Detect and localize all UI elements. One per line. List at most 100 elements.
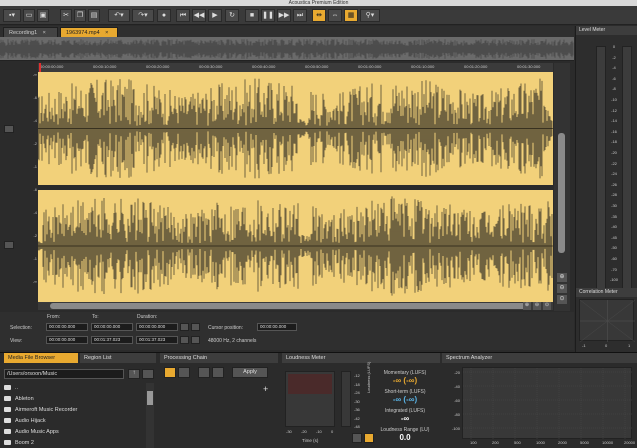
loudness-range-value: 0.0 [399, 433, 411, 442]
close-icon[interactable]: × [105, 30, 108, 36]
selection-apply-icon[interactable] [191, 323, 200, 331]
go-end-icon[interactable]: ⏭ [293, 9, 307, 22]
zoom-out-icon[interactable]: ⊖ [557, 284, 567, 293]
apply-button[interactable]: Apply [232, 367, 268, 378]
loudness-tick: -42 [354, 415, 360, 421]
list-item[interactable]: .. [4, 385, 144, 391]
parent-folder-icon[interactable]: ↑ [128, 369, 140, 379]
time-ruler[interactable]: 00:00:00.000 00:00:10.000 00:00:20.000 00:0… [38, 63, 553, 72]
list-item[interactable]: Audio Hijack [4, 418, 144, 424]
overview-waveform[interactable] [0, 37, 574, 61]
zoom-in-icon[interactable]: ⊕ [557, 273, 567, 282]
level-tick: -8 [612, 86, 616, 92]
cursor-position-field[interactable]: 00:00:00.000 [257, 323, 297, 331]
chain-copy-icon[interactable] [178, 367, 190, 378]
db-scale: -∞ -6 -4 -2 -1 -6 -4 -2 -1 -∞ [26, 72, 38, 302]
list-item[interactable]: Ableton [4, 396, 144, 402]
loudness-bar [341, 371, 351, 427]
tab-recording1[interactable]: Recording1 × [3, 27, 58, 37]
loudness-time-tick: -10 [316, 429, 322, 434]
vertical-scrollbar[interactable]: ⊕ ⊖ ⊙ [554, 63, 570, 311]
loudness-settings-icon[interactable] [352, 433, 362, 443]
ruler-tick: 00:01:30.000 [517, 64, 541, 69]
horizontal-scrollbar[interactable]: ⊕ ⊖ ⊙ [38, 302, 553, 310]
fast-forward-icon[interactable]: ▶▶ [277, 9, 291, 22]
view-duration-field[interactable]: 00:01:37.023 [136, 336, 178, 344]
correlation-meter-title: Correlation Meter [576, 288, 637, 297]
playhead-marker[interactable] [39, 63, 41, 72]
loop-icon[interactable]: ↻ [225, 9, 239, 22]
scroll-follow-icon[interactable]: ▦ [344, 9, 358, 22]
hzoom-out-icon[interactable]: ⊖ [533, 302, 541, 310]
selection-duration-field[interactable]: 00:00:00.000 [136, 323, 178, 331]
zoom-fit-vertical-icon[interactable]: ⊙ [557, 295, 567, 304]
loudness-tick: -12 [354, 373, 360, 378]
correlation-max: 1 [628, 343, 631, 348]
folder-icon [4, 396, 11, 402]
db-tick: -∞ [32, 279, 37, 284]
media-list-scrollbar[interactable] [146, 383, 154, 448]
level-tick: -45 [611, 234, 617, 240]
list-item[interactable]: Audio Music Apps [4, 429, 144, 435]
media-scroll-thumb[interactable] [147, 391, 153, 405]
rewind-icon[interactable]: ◀◀ [192, 9, 206, 22]
waveform-right-channel[interactable] [38, 190, 553, 302]
open-folder-icon[interactable]: ▭ [23, 9, 35, 22]
zoom-fit-icon[interactable]: ⇔ [328, 9, 342, 22]
new-file-icon[interactable]: ▪▾ [3, 9, 21, 22]
document-tabs: Recording1 × 1963974.mp4 × [0, 26, 574, 37]
chain-save-icon[interactable] [212, 367, 224, 378]
save-icon[interactable]: ▣ [37, 9, 49, 22]
add-effect-icon[interactable]: + [263, 384, 268, 394]
bottom-panels: Media File Browser Region List /Users/or… [0, 352, 637, 448]
selection-to-field[interactable]: 00:00:00.000 [91, 323, 133, 331]
horizontal-scroll-thumb[interactable] [50, 303, 530, 309]
tab-1963974-mp4[interactable]: 1963974.mp4 × [60, 27, 118, 37]
play-icon[interactable]: ▶ [208, 9, 222, 22]
copy-icon[interactable]: ❐ [74, 9, 86, 22]
media-path-select[interactable]: /Users/orsoon/Music [4, 369, 124, 379]
view-to-field[interactable]: 00:01:37.023 [91, 336, 133, 344]
waveform-left-graphic [38, 78, 553, 179]
undo-icon[interactable]: ↶▾ [108, 9, 130, 22]
loudness-pause-icon[interactable] [364, 433, 374, 443]
spectrum-analyzer-title: Spectrum Analyzer [442, 353, 637, 363]
power-icon[interactable] [164, 367, 176, 378]
view-apply-icon[interactable] [191, 336, 200, 344]
waveform-left-channel[interactable] [38, 72, 553, 185]
view-from-field[interactable]: 00:00:00.000 [46, 336, 88, 344]
folder-icon [4, 385, 11, 391]
selection-reset-icon[interactable] [180, 323, 189, 331]
zoom-icon[interactable]: ⚲▾ [360, 9, 380, 22]
level-tick: -40 [611, 224, 617, 230]
chain-open-icon[interactable] [198, 367, 210, 378]
list-item[interactable]: Boom 2 [4, 440, 144, 446]
level-tick: -6 [612, 75, 616, 81]
redo-icon[interactable]: ↷▾ [132, 9, 154, 22]
ruler-tick: 00:00:40.000 [252, 64, 276, 69]
tab-label: Recording1 [9, 30, 38, 36]
selection-from-field[interactable]: 00:00:00.000 [46, 323, 88, 331]
cut-icon[interactable]: ✂ [60, 9, 72, 22]
hzoom-in-icon[interactable]: ⊕ [523, 302, 531, 310]
snap-icon[interactable]: ⇹ [312, 9, 326, 22]
pause-icon[interactable]: ❚❚ [261, 9, 275, 22]
channel-left-toggle[interactable] [4, 125, 14, 133]
go-start-icon[interactable]: ⏮ [176, 9, 190, 22]
stop-icon[interactable]: ■ [245, 9, 259, 22]
loudness-tick: -48 [354, 424, 360, 429]
vertical-scroll-thumb[interactable] [558, 133, 565, 253]
list-item[interactable]: Airmeroft Music Recorder [4, 407, 144, 413]
browse-folder-icon[interactable] [142, 369, 154, 379]
close-icon[interactable]: × [43, 30, 46, 36]
db-tick: -∞ [32, 72, 37, 77]
hzoom-fit-icon[interactable]: ⊙ [543, 302, 551, 310]
record-icon[interactable]: ● [157, 9, 171, 22]
tab-region-list[interactable]: Region List [80, 353, 156, 363]
selection-label: Selection: [10, 325, 32, 331]
paste-icon[interactable]: ▤ [88, 9, 100, 22]
view-reset-icon[interactable] [180, 336, 189, 344]
tab-media-file-browser[interactable]: Media File Browser [4, 353, 78, 363]
channel-right-toggle[interactable] [4, 241, 14, 249]
loudness-tick: -24 [354, 390, 360, 395]
